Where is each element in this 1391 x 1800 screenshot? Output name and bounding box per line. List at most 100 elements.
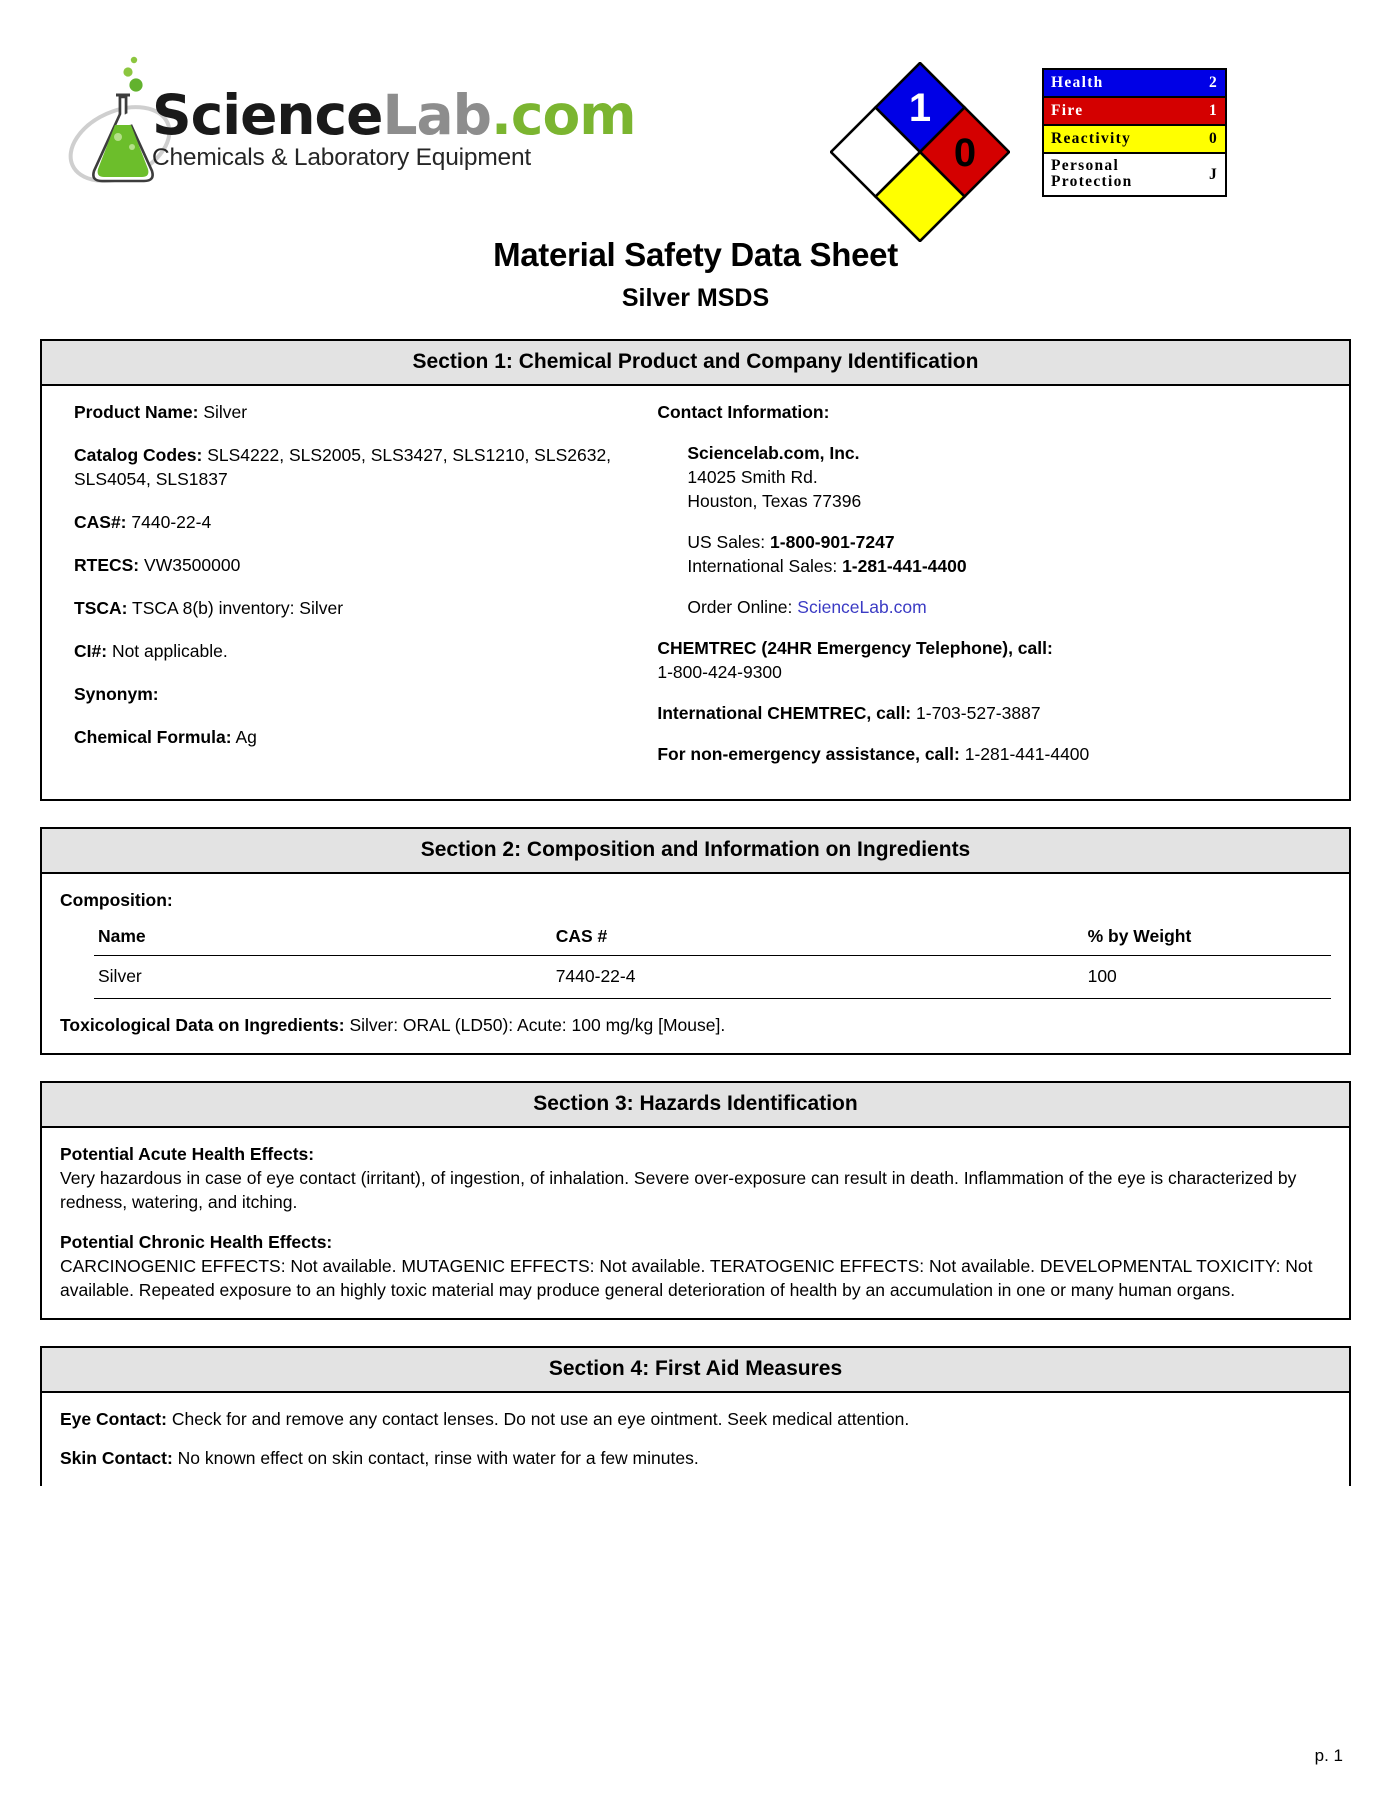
section-4-body: Eye Contact: Check for and remove any co…	[42, 1393, 1349, 1486]
field-product-name: Product Name: Silver	[74, 400, 657, 424]
field-cas-label: CAS#:	[74, 512, 127, 532]
non-emergency-block: For non-emergency assistance, call: 1-28…	[657, 742, 1331, 766]
order-online-block: Order Online: ScienceLab.com	[687, 595, 1331, 619]
international-chemtrec-label: International CHEMTREC, call:	[657, 703, 912, 723]
hazard-value-fire: 1	[1208, 102, 1218, 119]
field-cas-value: 7440-22-4	[131, 512, 212, 532]
hazard-value-health: 2	[1208, 74, 1218, 91]
field-tsca-value: TSCA 8(b) inventory: Silver	[132, 598, 344, 618]
eye-contact-line: Eye Contact: Check for and remove any co…	[60, 1407, 1331, 1431]
field-synonym: Synonym:	[74, 682, 657, 706]
us-sales-label: US Sales:	[687, 532, 766, 552]
section-4-heading: Section 4: First Aid Measures	[42, 1348, 1349, 1393]
composition-cell-name: Silver	[94, 955, 552, 999]
composition-column-weight: % by Weight	[1083, 922, 1331, 956]
hazard-value-personal-protection: J	[1208, 165, 1218, 183]
field-rtecs-label: RTECS:	[74, 555, 140, 575]
logo-word-dot: .	[490, 83, 512, 147]
international-chemtrec-block: International CHEMTREC, call: 1-703-527-…	[657, 701, 1331, 725]
section-4: Section 4: First Aid Measures Eye Contac…	[40, 1346, 1351, 1486]
order-online-label: Order Online:	[687, 597, 793, 617]
page-title: Material Safety Data Sheet	[493, 236, 898, 273]
field-chemical-formula-label: Chemical Formula:	[74, 727, 232, 747]
sales-phone-block: US Sales: 1-800-901-7247 International S…	[687, 530, 1331, 578]
logo-tagline: Chemicals & Laboratory Equipment	[152, 144, 531, 171]
us-sales-line: US Sales: 1-800-901-7247	[687, 530, 1331, 554]
section-1-body: Product Name: Silver Catalog Codes: SLS4…	[42, 386, 1349, 799]
logo-wordmark: ScienceLab.com Chemicals & Laboratory Eq…	[152, 83, 637, 172]
eye-contact-text: Check for and remove any contact lenses.…	[171, 1409, 910, 1429]
composition-table: Name CAS # % by Weight Silver 7440-22-4 …	[94, 922, 1331, 999]
composition-cell-weight: 100	[1083, 955, 1331, 999]
toxicological-data-label: Toxicological Data on Ingredients:	[60, 1015, 345, 1035]
field-chemical-formula: Chemical Formula: Ag	[74, 725, 657, 749]
document-header: ScienceLab.com Chemicals & Laboratory Eq…	[40, 0, 1351, 243]
section-2-heading: Section 2: Composition and Information o…	[42, 829, 1349, 874]
field-catalog-codes-label: Catalog Codes:	[74, 445, 203, 465]
toxicological-data-value: Silver: ORAL (LD50): Acute: 100 mg/kg [M…	[349, 1015, 726, 1035]
non-emergency-label: For non-emergency assistance, call:	[657, 744, 960, 764]
company-name: Sciencelab.com, Inc.	[687, 443, 860, 463]
field-catalog-codes: Catalog Codes: SLS4222, SLS2005, SLS3427…	[74, 443, 657, 491]
skin-contact-line: Skin Contact: No known effect on skin co…	[60, 1446, 1331, 1470]
company-address-line-2: Houston, Texas 77396	[687, 491, 862, 511]
table-row: Silver 7440-22-4 100	[94, 955, 1331, 999]
field-ci-label: CI#:	[74, 641, 108, 661]
nfpa-diamond: 2 1 0	[829, 61, 1011, 243]
international-sales-line: International Sales: 1-281-441-4400	[687, 554, 1331, 578]
field-synonym-label: Synonym:	[74, 684, 159, 704]
field-chemical-formula-value: Ag	[235, 727, 257, 747]
hazard-value-reactivity: 0	[1208, 130, 1218, 147]
eye-contact-label: Eye Contact:	[60, 1409, 167, 1429]
order-online-link[interactable]: ScienceLab.com	[797, 597, 926, 617]
hazard-row-personal-protection: Personal Protection J	[1043, 153, 1226, 196]
composition-column-cas: CAS #	[551, 922, 1084, 956]
composition-table-header-row: Name CAS # % by Weight	[94, 922, 1331, 956]
chronic-health-effects-text: CARCINOGENIC EFFECTS: Not available. MUT…	[60, 1256, 1313, 1300]
us-sales-value: 1-800-901-7247	[770, 532, 895, 552]
page-footer: p. 1	[1314, 1746, 1343, 1765]
composition-label: Composition:	[60, 890, 173, 910]
non-emergency-value: 1-281-441-4400	[964, 744, 1090, 764]
hazard-row-reactivity: Reactivity 0	[1043, 125, 1226, 153]
field-ci: CI#: Not applicable.	[74, 639, 657, 663]
field-product-name-value: Silver	[203, 402, 248, 422]
chemtrec-block: CHEMTREC (24HR Emergency Telephone), cal…	[657, 636, 1331, 684]
composition-column-name: Name	[94, 922, 552, 956]
field-rtecs: RTECS: VW3500000	[74, 553, 657, 577]
nfpa-reactivity-value: 0	[954, 131, 976, 175]
field-tsca: TSCA: TSCA 8(b) inventory: Silver	[74, 596, 657, 620]
composition-cell-cas: 7440-22-4	[551, 955, 1084, 999]
acute-health-effects-block: Potential Acute Health Effects: Very haz…	[60, 1142, 1331, 1214]
sciencelab-logo: ScienceLab.com Chemicals & Laboratory Eq…	[40, 48, 637, 198]
section-3-body: Potential Acute Health Effects: Very haz…	[42, 1128, 1349, 1318]
section-1-right-column: Contact Information: Sciencelab.com, Inc…	[657, 400, 1331, 783]
logo-word-lab: Lab	[382, 83, 492, 147]
logo-word-com: com	[510, 83, 637, 147]
chemtrec-label: CHEMTREC (24HR Emergency Telephone), cal…	[657, 638, 1053, 658]
skin-contact-label: Skin Contact:	[60, 1448, 173, 1468]
hazard-label-reactivity: Reactivity	[1051, 130, 1132, 147]
nfpa-health-value: 2	[864, 131, 886, 175]
acute-health-effects-label: Potential Acute Health Effects:	[60, 1144, 315, 1164]
field-rtecs-value: VW3500000	[144, 555, 241, 575]
section-2: Section 2: Composition and Information o…	[40, 827, 1351, 1055]
page-subtitle: Silver MSDS	[621, 284, 770, 312]
international-chemtrec-value: 1-703-527-3887	[916, 703, 1041, 723]
toxicological-data-line: Toxicological Data on Ingredients: Silve…	[60, 1013, 1331, 1037]
field-tsca-label: TSCA:	[74, 598, 128, 618]
field-ci-value: Not applicable.	[111, 641, 228, 661]
international-sales-value: 1-281-441-4400	[842, 556, 967, 576]
nfpa-fire-value: 1	[909, 86, 931, 130]
company-address-block: Sciencelab.com, Inc. 14025 Smith Rd. Hou…	[687, 441, 1331, 513]
chronic-health-effects-label: Potential Chronic Health Effects:	[60, 1232, 333, 1252]
hazard-row-fire: Fire 1	[1043, 97, 1226, 125]
skin-contact-text: No known effect on skin contact, rinse w…	[177, 1448, 699, 1468]
international-sales-label: International Sales:	[687, 556, 838, 576]
logo-word-science: Science	[152, 83, 383, 147]
chronic-health-effects-block: Potential Chronic Health Effects: CARCIN…	[60, 1230, 1331, 1302]
hazard-label-health: Health	[1051, 74, 1104, 91]
msds-page: ScienceLab.com Chemicals & Laboratory Eq…	[0, 0, 1391, 1800]
section-1-left-column: Product Name: Silver Catalog Codes: SLS4…	[60, 400, 657, 783]
section-3-heading: Section 3: Hazards Identification	[42, 1083, 1349, 1128]
